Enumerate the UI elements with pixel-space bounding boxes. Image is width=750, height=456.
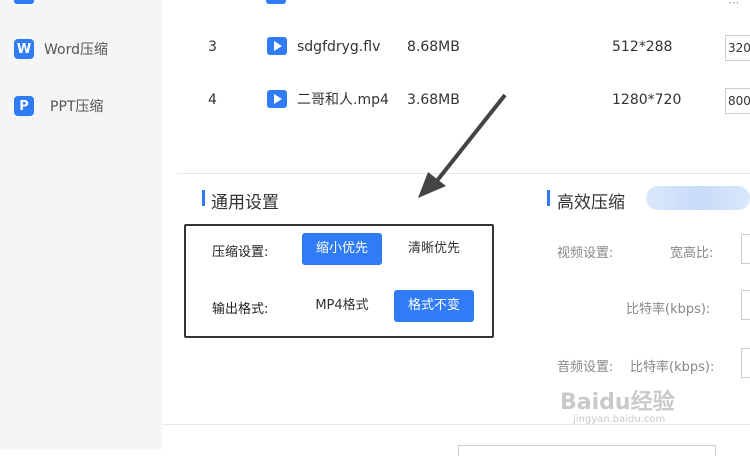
arrow-shaft <box>434 93 507 184</box>
annotation-arrow <box>418 93 507 198</box>
watermark-logo: Baidu经验 <box>560 390 675 415</box>
watermark-url: jingyan.baidu.com <box>573 414 666 425</box>
